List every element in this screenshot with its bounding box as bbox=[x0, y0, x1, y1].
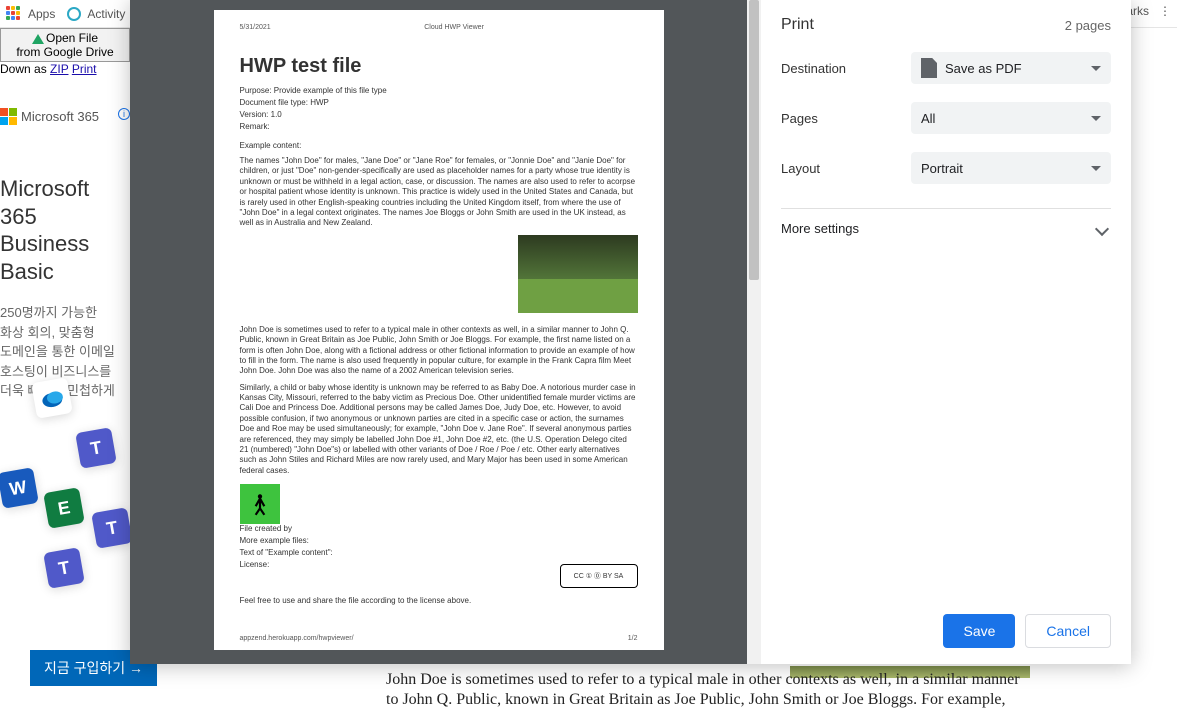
sheet-license: License: bbox=[240, 560, 270, 569]
layout-select[interactable]: Portrait bbox=[911, 152, 1111, 184]
sheet-title: HWP test file bbox=[240, 55, 638, 78]
pages-select[interactable]: All bbox=[911, 102, 1111, 134]
ad-icon-cluster: T W T T E bbox=[0, 370, 130, 600]
teams-icon-2: T bbox=[91, 507, 133, 549]
sheet-text-of: Text of "Example content": bbox=[240, 548, 638, 557]
print-settings-pane: Print 2 pages Destination Save as PDF Pa… bbox=[761, 0, 1131, 664]
setting-destination: Destination Save as PDF bbox=[781, 52, 1111, 84]
sheet-more-examples: More example files: bbox=[240, 536, 638, 545]
download-zip-link[interactable]: ZIP bbox=[50, 62, 68, 76]
bookmark-activity[interactable]: Activity bbox=[67, 7, 125, 21]
destination-select[interactable]: Save as PDF bbox=[911, 52, 1111, 84]
sheet-example-header: Example content: bbox=[240, 141, 638, 150]
left-rail: Open File from Google Drive Down as ZIP … bbox=[0, 28, 130, 76]
bookmark-activity-label: Activity bbox=[87, 7, 125, 21]
preview-scrollbar[interactable] bbox=[747, 0, 761, 664]
bookmark-apps[interactable]: Apps bbox=[6, 6, 55, 22]
sheet-license-note: Feel free to use and share the file acco… bbox=[240, 596, 638, 605]
print-title: Print bbox=[781, 16, 814, 34]
layout-value: Portrait bbox=[921, 161, 963, 176]
sheet-para-2: John Doe is sometimes used to refer to a… bbox=[240, 325, 638, 377]
drive-icon bbox=[32, 34, 44, 44]
destination-label: Destination bbox=[781, 61, 911, 76]
sheet-footer-page: 1/2 bbox=[628, 635, 638, 642]
pdf-icon bbox=[921, 58, 937, 78]
ad-brand: Microsoft 365 bbox=[21, 109, 99, 124]
more-settings-toggle[interactable]: More settings bbox=[781, 209, 1111, 248]
pages-label: Pages bbox=[781, 111, 911, 126]
chevron-down-icon bbox=[1091, 166, 1101, 171]
cc-license-badge: CC ① ⓪ BY SA bbox=[560, 564, 638, 588]
more-settings-label: More settings bbox=[781, 221, 859, 236]
save-button[interactable]: Save bbox=[943, 614, 1015, 648]
bookmark-apps-label: Apps bbox=[28, 7, 55, 21]
sheet-remark: Remark: bbox=[240, 122, 638, 131]
ad-panel: Microsoft 365 Microsoft 365 Business Bas… bbox=[0, 108, 130, 401]
apps-icon bbox=[6, 6, 22, 22]
scrollbar-thumb[interactable] bbox=[749, 0, 759, 280]
sheet-version: Version: 1.0 bbox=[240, 110, 638, 119]
activity-icon bbox=[67, 7, 81, 21]
teams-icon-3: T bbox=[43, 547, 85, 589]
ms-logo-icon bbox=[0, 108, 17, 125]
pages-value: All bbox=[921, 111, 935, 126]
layout-label: Layout bbox=[781, 161, 911, 176]
bookmarks-overflow[interactable]: arks ⋮ bbox=[1126, 4, 1171, 18]
background-page-text: John Doe is sometimes used to refer to a… bbox=[386, 670, 1027, 710]
chevron-down-icon bbox=[1091, 116, 1101, 121]
ms-logo: Microsoft 365 bbox=[0, 108, 130, 125]
cancel-button[interactable]: Cancel bbox=[1025, 614, 1111, 648]
destination-value: Save as PDF bbox=[945, 61, 1022, 76]
download-row: Down as ZIP Print bbox=[0, 62, 130, 76]
sheet-footer-url: appzend.herokuapp.com/hwpviewer/ bbox=[240, 635, 354, 642]
print-page-count: 2 pages bbox=[1065, 18, 1111, 33]
word-icon: W bbox=[0, 467, 39, 509]
open-line2: from Google Drive bbox=[16, 45, 113, 59]
print-link[interactable]: Print bbox=[72, 62, 97, 76]
sheet-created-by: File created by bbox=[240, 524, 638, 533]
sheet-app: Cloud HWP Viewer bbox=[424, 24, 484, 31]
sheet-date: 5/31/2021 bbox=[240, 24, 271, 31]
sheet-para-1: The names "John Doe" for males, "Jane Do… bbox=[240, 156, 638, 229]
chevron-down-icon bbox=[1091, 66, 1101, 71]
sheet-para-3: Similarly, a child or baby whose identit… bbox=[240, 383, 638, 477]
print-preview-pane[interactable]: 5/31/2021Cloud HWP Viewer HWP test file … bbox=[130, 0, 747, 664]
sheet-landscape-image bbox=[518, 235, 638, 313]
excel-icon: E bbox=[43, 487, 85, 529]
teams-icon: T bbox=[75, 427, 117, 469]
open-from-drive-button[interactable]: Open File from Google Drive bbox=[0, 28, 130, 62]
ad-headline: Microsoft 365 Business Basic bbox=[0, 175, 130, 285]
sheet-figure-image bbox=[240, 484, 280, 524]
chevron-down-icon bbox=[1095, 221, 1109, 235]
sheet-purpose: Purpose: Provide example of this file ty… bbox=[240, 86, 638, 95]
print-dialog: 5/31/2021Cloud HWP Viewer HWP test file … bbox=[130, 0, 1131, 664]
setting-pages: Pages All bbox=[781, 102, 1111, 134]
open-line1: Open File bbox=[46, 31, 98, 45]
preview-page-1: 5/31/2021Cloud HWP Viewer HWP test file … bbox=[214, 10, 664, 650]
onedrive-icon bbox=[39, 385, 64, 410]
setting-layout: Layout Portrait bbox=[781, 152, 1111, 184]
sheet-doctype: Document file type: HWP bbox=[240, 98, 638, 107]
